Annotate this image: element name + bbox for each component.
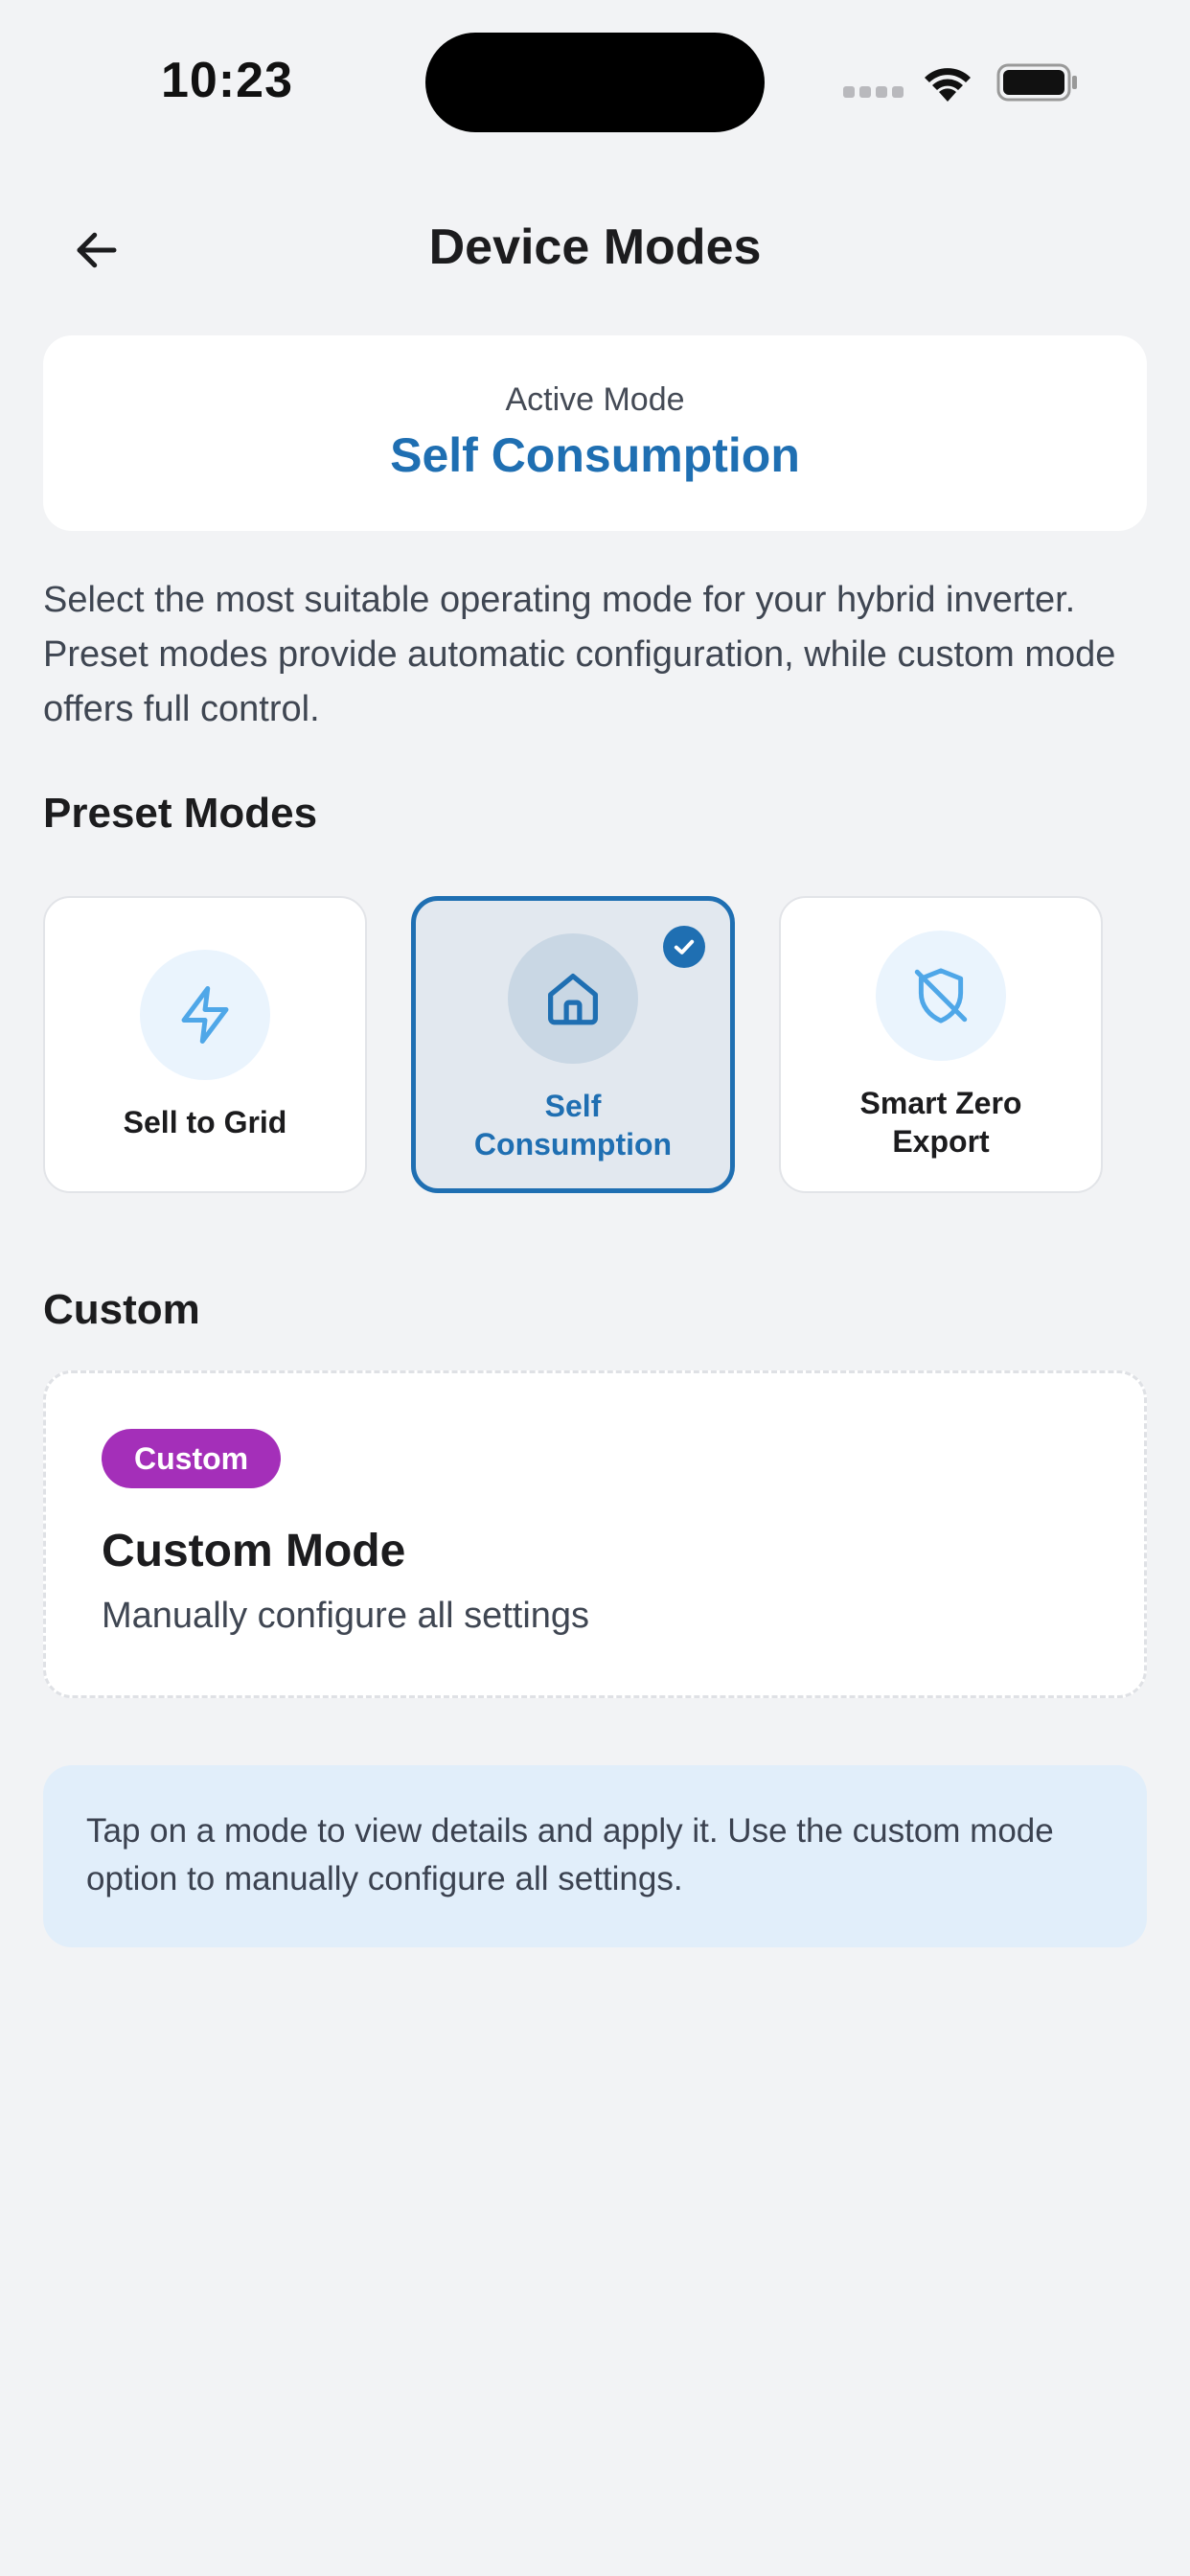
active-mode-card: Active Mode Self Consumption [43, 335, 1147, 531]
dynamic-island [425, 33, 765, 132]
info-box: Tap on a mode to view details and apply … [43, 1765, 1147, 1947]
status-bar: 10:23 [0, 0, 1190, 144]
status-time: 10:23 [161, 53, 293, 108]
preset-modes-title: Preset Modes [43, 790, 318, 837]
mode-card-sell-to-grid[interactable]: Sell to Grid [43, 896, 367, 1193]
check-icon [663, 926, 705, 968]
battery-icon [996, 63, 1079, 102]
shield-off-icon [876, 931, 1006, 1061]
active-mode-label: Active Mode [505, 381, 685, 418]
page-title: Device Modes [428, 219, 762, 275]
custom-section-title: Custom [43, 1286, 200, 1333]
active-mode-value: Self Consumption [390, 428, 800, 482]
lightning-icon [140, 950, 270, 1080]
custom-mode-card[interactable]: Custom Custom Mode Manually configure al… [43, 1370, 1147, 1698]
mode-card-smart-zero-export[interactable]: Smart Zero Export [779, 896, 1103, 1193]
mode-label: Smart Zero Export [859, 1086, 1022, 1159]
mode-card-self-consumption[interactable]: Self Consumption [411, 896, 735, 1193]
cellular-signal-icon [843, 86, 904, 102]
mode-label: Sell to Grid [123, 1105, 287, 1139]
custom-mode-subtitle: Manually configure all settings [102, 1596, 590, 1636]
custom-badge: Custom [102, 1429, 282, 1488]
mode-description: Select the most suitable operating mode … [43, 580, 1116, 729]
home-icon [508, 933, 638, 1064]
mode-label: Self Consumption [473, 1089, 673, 1162]
custom-mode-heading: Custom Mode [102, 1526, 406, 1576]
wifi-icon [920, 59, 975, 102]
